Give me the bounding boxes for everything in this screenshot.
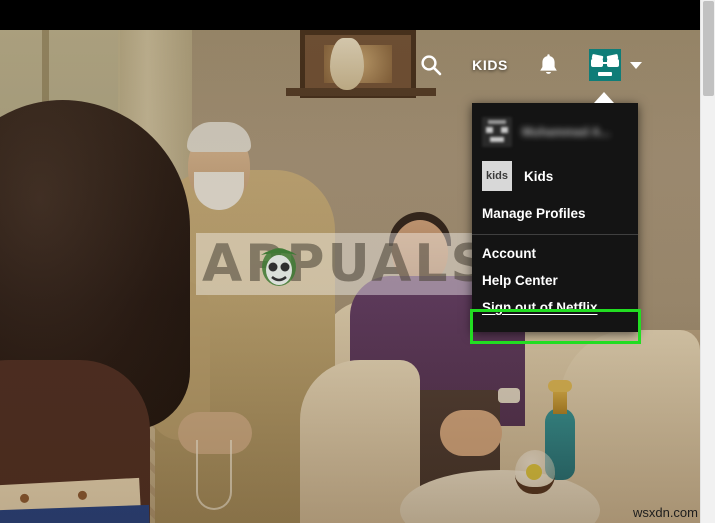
site-watermark: wsxdn.com: [632, 505, 698, 520]
avatar-eye-right: [501, 127, 508, 133]
page-root: APPUALS KIDS Muhammad A... kids Kids Man…: [0, 0, 715, 523]
dropdown-item-kids-profile[interactable]: kids Kids: [472, 157, 638, 201]
appuals-watermark: APPUALS: [196, 233, 486, 295]
avatar-eye-left: [486, 127, 493, 133]
letterbox-top-bar: [0, 0, 700, 30]
dropdown-item-account[interactable]: Account: [472, 241, 638, 268]
video-player-viewport[interactable]: APPUALS KIDS Muhammad A... kids Kids Man…: [0, 0, 700, 523]
search-icon[interactable]: [420, 54, 442, 76]
dropdown-divider: [472, 234, 638, 235]
chevron-down-icon[interactable]: [630, 61, 642, 69]
dropdown-current-profile[interactable]: Muhammad A...: [472, 111, 638, 157]
profile-dropdown-menu: Muhammad A... kids Kids Manage Profiles …: [472, 103, 638, 332]
bell-icon[interactable]: [538, 53, 559, 77]
avatar-lens-right: [607, 59, 619, 67]
dropdown-item-help-center[interactable]: Help Center: [472, 268, 638, 295]
vertical-scrollbar[interactable]: [700, 0, 715, 523]
scene-second-man-hand: [440, 410, 502, 456]
kids-profile-label: Kids: [524, 168, 554, 184]
avatar-lens-left: [591, 59, 603, 67]
profile-menu-trigger[interactable]: [589, 49, 642, 81]
caret-up-icon: [594, 92, 614, 103]
avatar-mouth: [598, 72, 612, 76]
kids-badge: kids: [482, 161, 512, 191]
avatar-hair: [488, 120, 506, 124]
scrollbar-thumb[interactable]: [703, 1, 714, 96]
appuals-logo-icon: [261, 248, 297, 286]
dropdown-item-manage-profiles[interactable]: Manage Profiles: [472, 201, 638, 228]
scene-glass-dome-ornament: [515, 450, 555, 494]
scene-elder-man-cap: [187, 122, 251, 152]
avatar-mouth: [490, 137, 504, 142]
current-profile-name: Muhammad A...: [522, 125, 611, 139]
scene-wristwatch: [498, 388, 520, 403]
appuals-watermark-text: APPUALS: [202, 234, 486, 294]
profile-avatar-sunglasses-icon[interactable]: [589, 49, 621, 81]
scene-prayer-beads: [196, 440, 232, 510]
avatar-lens-bridge: [603, 62, 607, 64]
scene-bottle-cap: [548, 380, 572, 392]
nav-kids-link[interactable]: KIDS: [472, 57, 508, 73]
scene-sofa-arm-left: [300, 360, 420, 523]
dropdown-item-sign-out-row[interactable]: Sign out of Netflix: [472, 295, 638, 332]
dropdown-item-sign-out[interactable]: Sign out of Netflix: [472, 295, 638, 322]
profile-avatar-blurred-icon: [482, 117, 512, 147]
nav-right-cluster: KIDS: [420, 30, 642, 100]
netflix-header-nav: KIDS: [0, 30, 700, 100]
